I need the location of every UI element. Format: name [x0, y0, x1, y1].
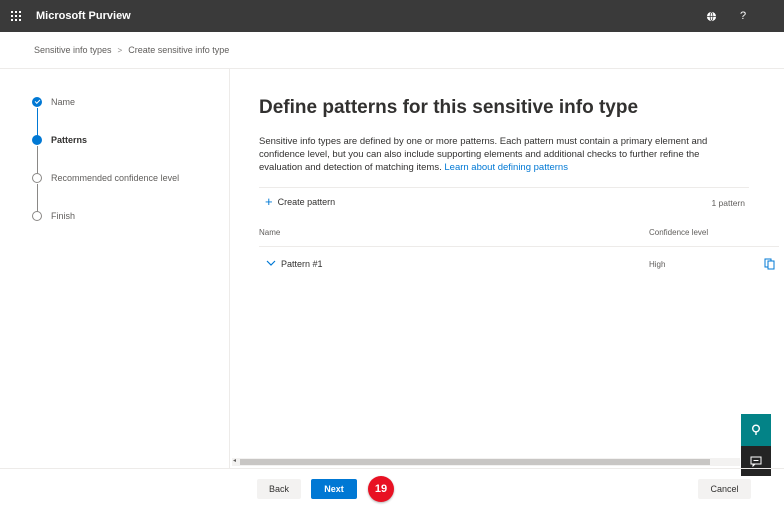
help-assistant-button[interactable] [741, 414, 771, 446]
step-label: Recommended confidence level [51, 173, 180, 183]
current-step-icon [32, 135, 42, 145]
create-pattern-button[interactable]: + Create pattern [265, 194, 336, 209]
globe-icon[interactable] [704, 9, 718, 23]
next-button[interactable]: Next [311, 479, 357, 499]
learn-link[interactable]: Learn about defining patterns [444, 162, 568, 173]
app-launcher-icon[interactable] [0, 0, 32, 32]
step-patterns[interactable]: Patterns [32, 135, 87, 145]
footer-divider [0, 468, 784, 469]
step-recommended-confidence-level[interactable]: Recommended confidence level [32, 173, 179, 183]
wizard-steps-pane: Name Patterns Recommended confidence lev… [0, 69, 230, 469]
top-bar: Microsoft Purview ? [0, 0, 784, 32]
chevron-down-icon[interactable] [266, 258, 276, 271]
step-finish[interactable]: Finish [32, 211, 75, 221]
step-number-badge: 19 [368, 476, 394, 502]
table-row[interactable]: Pattern #1 High [259, 257, 779, 275]
step-circle-icon [32, 211, 42, 221]
check-icon [32, 97, 42, 107]
step-label: Patterns [51, 135, 88, 145]
breadcrumb: Sensitive info types > Create sensitive … [34, 45, 229, 55]
header-divider [259, 246, 779, 247]
create-pattern-label: Create pattern [277, 197, 336, 207]
breadcrumb-create-sensitive-info-type: Create sensitive info type [128, 45, 230, 55]
page-title: Define patterns for this sensitive info … [259, 97, 639, 118]
feedback-button[interactable] [741, 446, 771, 476]
column-header-name[interactable]: Name [259, 228, 280, 237]
pattern-name: Pattern #1 [281, 259, 323, 269]
copy-icon[interactable] [764, 257, 775, 270]
step-connector [37, 108, 38, 136]
back-button[interactable]: Back [257, 479, 301, 499]
pattern-count: 1 pattern [711, 198, 745, 208]
step-label: Finish [51, 211, 76, 221]
help-icon[interactable]: ? [736, 9, 750, 23]
app-title[interactable]: Microsoft Purview [36, 10, 131, 22]
step-name[interactable]: Name [32, 97, 75, 107]
feedback-icon [750, 456, 762, 467]
horizontal-scrollbar[interactable]: ◂ [232, 458, 740, 466]
pattern-confidence: High [649, 260, 666, 269]
step-label: Name [51, 97, 76, 107]
breadcrumb-sensitive-info-types[interactable]: Sensitive info types [34, 45, 112, 55]
step-connector [37, 184, 38, 212]
step-connector [37, 146, 38, 174]
command-bar-divider [259, 187, 749, 188]
cancel-button[interactable]: Cancel [698, 479, 751, 499]
chevron-right-icon: > [117, 45, 123, 55]
column-header-confidence-level[interactable]: Confidence level [649, 228, 708, 237]
scroll-left-icon[interactable]: ◂ [233, 457, 236, 464]
scrollbar-thumb[interactable] [240, 459, 710, 465]
step-circle-icon [32, 173, 42, 183]
chat-bubble-icon [752, 424, 760, 435]
page-description: Sensitive info types are defined by one … [259, 135, 739, 174]
plus-icon: + [265, 194, 273, 209]
